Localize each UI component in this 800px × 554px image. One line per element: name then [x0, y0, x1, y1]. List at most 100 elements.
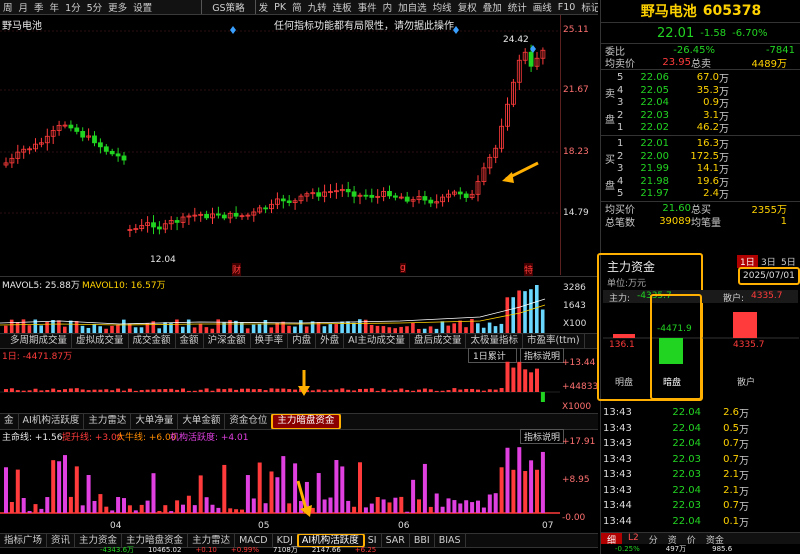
period-more[interactable]: 更多 — [105, 0, 130, 14]
money-flow-panel[interactable]: 1日: -4471.87万 1日累计 指标说明 +13.44 +44833 X1… — [0, 348, 598, 414]
sell-level-1[interactable]: 1 22.02 46.2 万 — [605, 122, 797, 135]
money-bar — [169, 388, 174, 392]
fund-card-unit: 单位:万元 — [607, 279, 647, 289]
tab-ai-activity[interactable]: AI机构活跃度 — [19, 414, 85, 429]
tab-after-hours[interactable]: 盘后成交量 — [410, 334, 467, 348]
ai-bar — [145, 500, 150, 513]
volume-bar — [257, 323, 262, 333]
period-1min[interactable]: 1分 — [62, 0, 84, 14]
tool-lianban[interactable]: 连板 — [330, 0, 355, 14]
period-quarter[interactable]: 季 — [31, 0, 47, 14]
tab-inner[interactable]: 内盘 — [288, 334, 317, 348]
tab-amount[interactable]: 金额 — [176, 334, 204, 348]
money-bar — [57, 389, 62, 392]
ai-bar — [310, 507, 315, 513]
tab-turnover-rate[interactable]: 换手率 — [251, 334, 289, 348]
tool-overlay[interactable]: 叠加 — [480, 0, 505, 14]
tool-draw[interactable]: 画线 — [530, 0, 555, 14]
volume-bar — [358, 319, 362, 333]
period-5min[interactable]: 5分 — [84, 0, 106, 14]
rtab-l2[interactable]: L2 — [624, 533, 643, 544]
gs-strategy-select[interactable]: GS策略 — [201, 0, 256, 14]
tool-nei[interactable]: 内 — [380, 0, 396, 14]
rtab-price[interactable]: 价 — [683, 533, 700, 546]
x-label-06: 06 — [398, 521, 410, 531]
quote-header: 野马电池 605378 — [601, 0, 800, 23]
add-watchlist-button[interactable]: 加自选 — [395, 0, 430, 14]
rtab-detail[interactable]: 细 — [601, 533, 623, 546]
money-bar — [523, 369, 528, 392]
tab-turnover[interactable]: 成交金额 — [129, 334, 176, 348]
price: 21.97 — [640, 188, 669, 200]
status-item: +0.99% — [230, 546, 259, 554]
fund-date-select[interactable]: 2025/07/01 — [738, 267, 800, 285]
retail-bar-value: 4335.7 — [733, 340, 765, 350]
buy-level-5[interactable]: 5 21.97 2.4 万 — [605, 188, 797, 201]
day-tab-3[interactable]: 3日 — [761, 255, 776, 268]
money-bar — [216, 388, 221, 392]
buy-level-4[interactable]: 4 21.98 19.6 万 — [605, 175, 797, 189]
settings-button[interactable]: 设置 — [130, 0, 155, 14]
buy-level-2[interactable]: 2 22.00 172.5 万 — [605, 150, 797, 164]
period-year[interactable]: 年 — [47, 0, 63, 14]
candle-body — [74, 127, 80, 132]
sell-level-3[interactable]: 3 22.04 0.9 万 — [605, 96, 797, 110]
tab-multi-volume[interactable]: 多周期成交量 — [0, 334, 73, 348]
tab-hs-amount[interactable]: 沪深金额 — [204, 334, 251, 348]
rtab-zi[interactable]: 资 — [664, 533, 681, 546]
sell-level-4[interactable]: 4 22.05 35.3 万 — [605, 84, 797, 98]
rtab-fen[interactable]: 分 — [645, 533, 662, 546]
tool-stats[interactable]: 统计 — [505, 0, 530, 14]
volume-bar — [163, 322, 167, 333]
tool-mark[interactable]: 标记 — [578, 0, 598, 14]
day-tab-1[interactable]: 1日 — [737, 255, 758, 268]
money-bar — [186, 390, 191, 392]
rtab-fund[interactable]: 资金 — [702, 533, 728, 546]
sell-side-char-2: 盘 — [605, 115, 615, 127]
tab-big-order-amount[interactable]: 大单金额 — [178, 414, 226, 429]
tab-taiji[interactable]: 太极量指标 — [466, 334, 523, 348]
tool-fa[interactable]: 发 — [256, 0, 272, 14]
level: 3 — [617, 163, 624, 175]
tool-adjust[interactable]: 复权 — [455, 0, 480, 14]
tab-virtual-volume[interactable]: 虚拟成交量 — [72, 334, 129, 348]
tool-jiuzhuan[interactable]: 九转 — [305, 0, 330, 14]
buy-level-3[interactable]: 3 21.99 14.1 万 — [605, 162, 797, 176]
main-label: 主力: — [609, 294, 631, 304]
tab-pe[interactable]: 市盈率(ttm) — [523, 334, 585, 348]
tool-pk[interactable]: PK — [271, 2, 289, 13]
money-bar — [363, 388, 368, 392]
tick-price: 22.03 — [672, 469, 701, 481]
tool-f10[interactable]: F10 — [555, 2, 579, 13]
ai-activity-panel[interactable]: 主命线: +1.56 提升线: +3.00 大牛线: +6.00 机构活跃度: … — [0, 429, 598, 533]
tab-dark-pool-funds[interactable]: 主力暗盘资金 — [271, 414, 342, 429]
tab-outer[interactable]: 外盘 — [316, 334, 345, 348]
money-bar — [322, 390, 327, 392]
volume-panel[interactable]: MAVOL5: 25.88万 MAVOL10: 16.57万 3286 1643… — [0, 276, 598, 333]
ai-bar — [481, 507, 486, 513]
sell-level-2[interactable]: 2 22.03 3.1 万 — [605, 109, 797, 123]
money-bar — [446, 390, 451, 392]
tool-ma[interactable]: 均线 — [430, 0, 455, 14]
money-bar — [487, 389, 492, 392]
tool-jian[interactable]: 简 — [289, 0, 305, 14]
day-tab-5[interactable]: 5日 — [781, 255, 796, 268]
ai-bar — [428, 506, 433, 513]
buy-level-1[interactable]: 1 22.01 16.3 万 — [605, 137, 797, 151]
tool-events[interactable]: 事件 — [355, 0, 380, 14]
tab-fund-position[interactable]: 资金仓位 — [225, 414, 273, 429]
period-week[interactable]: 周 — [0, 0, 16, 14]
ai-bar — [505, 447, 510, 513]
tab-ai-active-volume[interactable]: AI主动成交量 — [344, 334, 410, 348]
money-bar — [310, 390, 315, 392]
money-bar — [68, 388, 73, 392]
kline-panel[interactable]: 野马电池 任何指标功能都有局限性，请勿据此操作 25.11 21.67 18.2… — [0, 15, 598, 276]
tab-main-radar[interactable]: 主力雷达 — [84, 414, 132, 429]
tab-big-order-net[interactable]: 大单净量 — [131, 414, 179, 429]
tab-jin[interactable]: 金 — [0, 414, 19, 429]
sell-level-5[interactable]: 5 22.06 67.0 万 — [605, 71, 797, 85]
period-month[interactable]: 月 — [16, 0, 32, 14]
ai-bar — [446, 498, 451, 513]
ai-bar — [375, 497, 380, 513]
total-sell-value: 4489万 — [751, 59, 787, 71]
